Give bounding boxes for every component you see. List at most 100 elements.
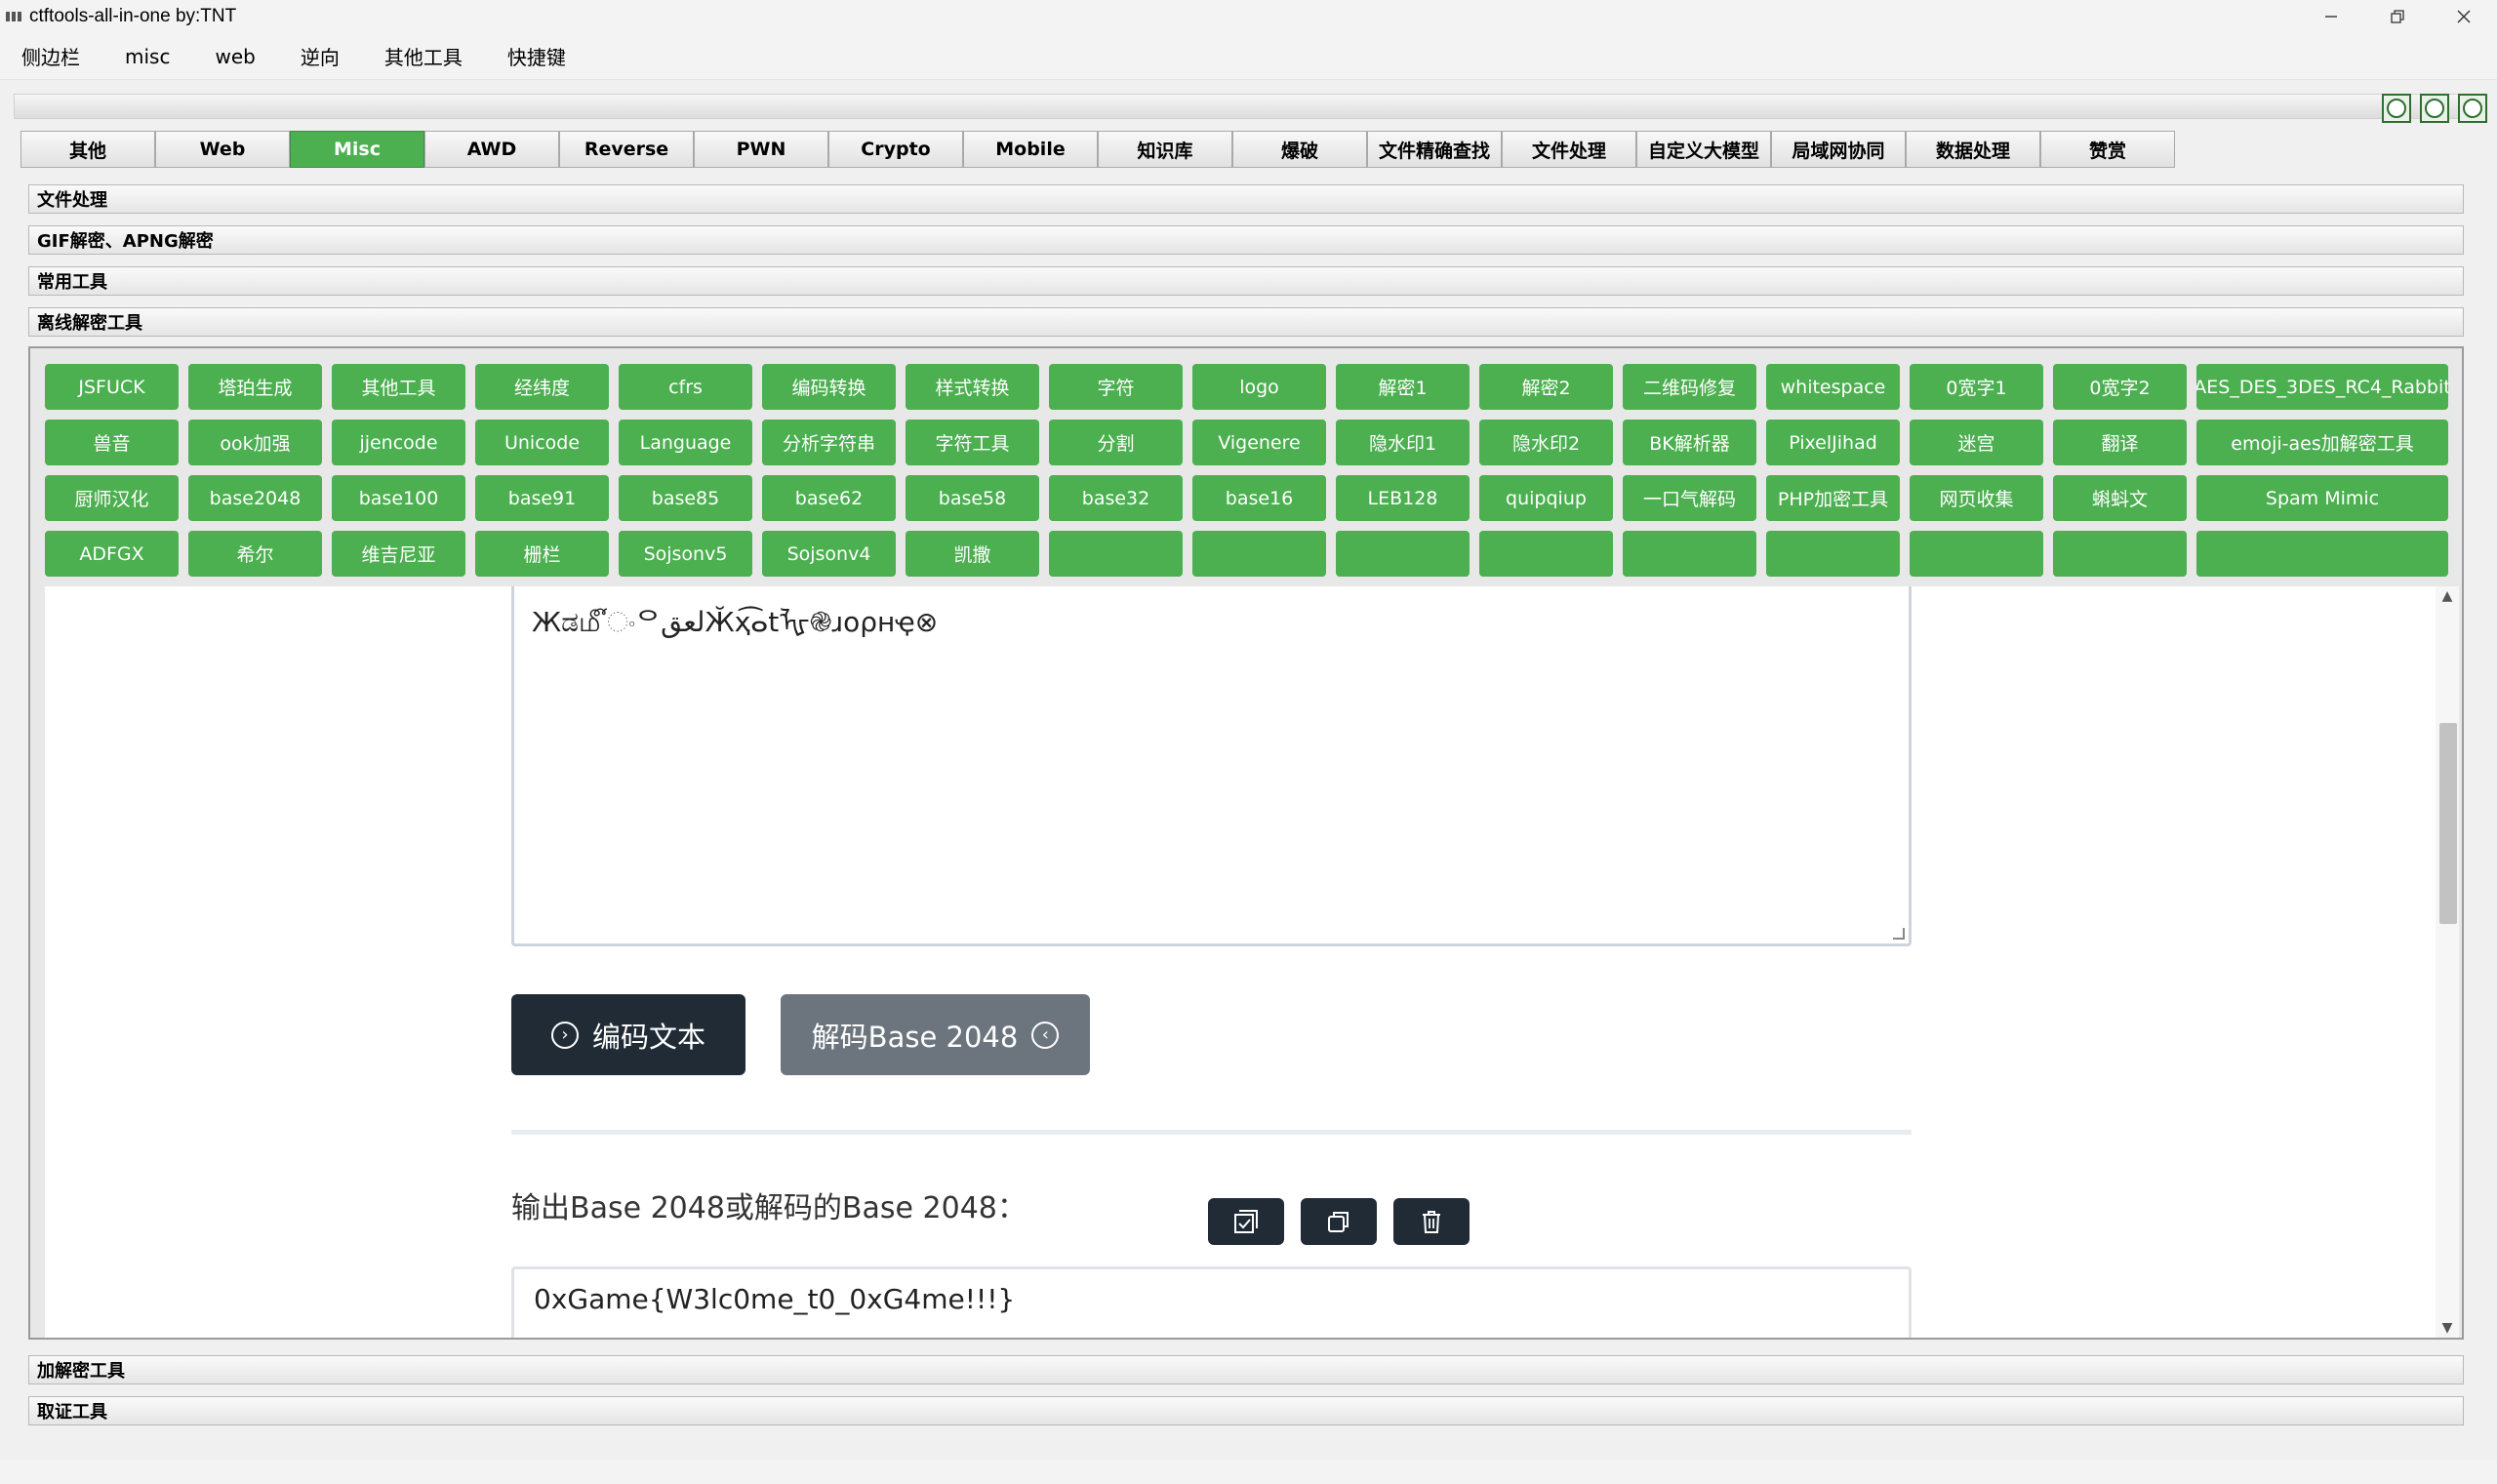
tool-button[interactable] (1623, 531, 1756, 577)
tool-button[interactable]: base62 (762, 475, 896, 521)
tool-button[interactable]: base85 (619, 475, 752, 521)
clear-button[interactable] (1393, 1198, 1470, 1245)
tool-button[interactable]: 0宽字2 (2053, 364, 2187, 410)
tool-button[interactable] (1192, 531, 1326, 577)
tool-button[interactable]: 蝌蚪文 (2053, 475, 2187, 521)
tool-button[interactable]: PixelJihad (1766, 420, 1900, 465)
tool-button[interactable]: 凯撒 (906, 531, 1039, 577)
encode-button[interactable]: › 编码文本 (511, 994, 745, 1075)
section-forensics[interactable]: 取证工具 (28, 1396, 2464, 1425)
tool-button[interactable] (1336, 531, 1470, 577)
tab-15[interactable]: 赞赏 (2040, 131, 2175, 168)
tool-button[interactable]: base16 (1192, 475, 1326, 521)
tool-button[interactable]: 一口气解码 (1623, 475, 1756, 521)
section-file-processing[interactable]: 文件处理 (28, 184, 2464, 214)
scroll-up-icon[interactable]: ▲ (2439, 588, 2455, 604)
menu-shortcuts[interactable]: 快捷键 (507, 42, 566, 70)
decode-button[interactable]: 解码Base 2048 ‹ (781, 994, 1090, 1075)
tool-button[interactable]: 网页收集 (1910, 475, 2043, 521)
close-button[interactable] (2431, 0, 2497, 33)
section-common-tools[interactable]: 常用工具 (28, 266, 2464, 296)
tool-button[interactable]: 希尔 (188, 531, 322, 577)
section-gif-apng[interactable]: GIF解密、APNG解密 (28, 225, 2464, 255)
tool-button[interactable]: whitespace (1766, 364, 1900, 410)
scroll-thumb[interactable] (2439, 723, 2457, 924)
tool-button[interactable]: Unicode (475, 420, 609, 465)
tab-6[interactable]: Crypto (828, 131, 963, 168)
scroll-down-icon[interactable]: ▼ (2439, 1320, 2455, 1336)
tool-button[interactable]: 解密2 (1479, 364, 1613, 410)
tab-4[interactable]: Reverse (559, 131, 694, 168)
tab-3[interactable]: AWD (424, 131, 559, 168)
tool-button[interactable] (1910, 531, 2043, 577)
tool-button[interactable]: base58 (906, 475, 1039, 521)
tool-button[interactable]: base32 (1049, 475, 1183, 521)
tool-button[interactable] (1766, 531, 1900, 577)
tool-button[interactable]: 二维码修复 (1623, 364, 1756, 410)
output-textarea[interactable]: 0xGame{W3lc0me_t0_0xG4me!!!} (511, 1266, 1912, 1338)
circle-button-3[interactable] (2458, 94, 2487, 123)
tool-button[interactable]: base91 (475, 475, 609, 521)
tool-button[interactable]: 编码转换 (762, 364, 896, 410)
tab-5[interactable]: PWN (694, 131, 828, 168)
tool-button[interactable]: ADFGX (45, 531, 179, 577)
tool-button[interactable]: AES_DES_3DES_RC4_Rabbit (2196, 364, 2448, 410)
tool-button[interactable]: PHP加密工具 (1766, 475, 1900, 521)
input-textarea[interactable]: Жಡ௴ංᄋلعقӁҳ͡ⴰtᡀ֎ɹօρʜҿ⊗ (511, 586, 1912, 946)
tool-button[interactable]: emoji-aes加解密工具 (2196, 420, 2448, 465)
tool-button[interactable]: quipqiup (1479, 475, 1613, 521)
tool-button[interactable]: 隐水印1 (1336, 420, 1470, 465)
tool-button[interactable] (1049, 531, 1183, 577)
tool-button[interactable]: 隐水印2 (1479, 420, 1613, 465)
select-all-button[interactable] (1208, 1198, 1284, 1245)
restore-button[interactable] (2364, 0, 2431, 33)
tool-button[interactable]: 维吉尼亚 (332, 531, 465, 577)
tool-button[interactable] (1479, 531, 1613, 577)
tab-10[interactable]: 文件精确查找 (1367, 131, 1502, 168)
tool-button[interactable]: Vigenere (1192, 420, 1326, 465)
tool-button[interactable]: 其他工具 (332, 364, 465, 410)
tab-1[interactable]: Web (155, 131, 290, 168)
minimize-button[interactable] (2298, 0, 2364, 33)
tool-button[interactable]: 塔珀生成 (188, 364, 322, 410)
tool-button[interactable]: 经纬度 (475, 364, 609, 410)
circle-button-2[interactable] (2420, 94, 2449, 123)
tab-14[interactable]: 数据处理 (1906, 131, 2040, 168)
tab-9[interactable]: 爆破 (1232, 131, 1367, 168)
tool-button[interactable]: base100 (332, 475, 465, 521)
vertical-scrollbar[interactable]: ▲ ▼ (2436, 586, 2459, 1338)
tool-button[interactable]: 厨师汉化 (45, 475, 179, 521)
menu-other-tools[interactable]: 其他工具 (384, 42, 463, 70)
tool-button[interactable]: 0宽字1 (1910, 364, 2043, 410)
tool-button[interactable]: 兽音 (45, 420, 179, 465)
tool-button[interactable] (2053, 531, 2187, 577)
tab-8[interactable]: 知识库 (1098, 131, 1232, 168)
tool-button[interactable]: 迷宫 (1910, 420, 2043, 465)
tool-button[interactable]: Spam Mimic (2196, 475, 2448, 521)
tool-button[interactable]: 翻译 (2053, 420, 2187, 465)
tab-13[interactable]: 局域网协同 (1771, 131, 1906, 168)
menu-reverse[interactable]: 逆向 (301, 42, 340, 70)
tab-0[interactable]: 其他 (20, 131, 155, 168)
tool-button[interactable]: 分割 (1049, 420, 1183, 465)
menu-misc[interactable]: misc (125, 45, 170, 68)
tool-button[interactable]: logo (1192, 364, 1326, 410)
tab-12[interactable]: 自定义大模型 (1636, 131, 1771, 168)
circle-button-1[interactable] (2382, 94, 2411, 123)
tool-button[interactable]: BK解析器 (1623, 420, 1756, 465)
tool-button[interactable]: cfrs (619, 364, 752, 410)
tool-button[interactable]: 分析字符串 (762, 420, 896, 465)
copy-button[interactable] (1301, 1198, 1377, 1245)
tab-2[interactable]: Misc (290, 131, 424, 168)
tool-button[interactable]: ook加强 (188, 420, 322, 465)
tool-button[interactable]: LEB128 (1336, 475, 1470, 521)
tool-button[interactable]: JSFUCK (45, 364, 179, 410)
tool-button[interactable]: Language (619, 420, 752, 465)
tool-button[interactable]: Sojsonv4 (762, 531, 896, 577)
tab-7[interactable]: Mobile (963, 131, 1098, 168)
resize-handle-icon[interactable] (1893, 928, 1905, 940)
tool-button[interactable]: 解密1 (1336, 364, 1470, 410)
section-offline-decrypt[interactable]: 离线解密工具 (28, 307, 2464, 337)
menu-web[interactable]: web (215, 45, 255, 68)
tool-button[interactable]: 样式转换 (906, 364, 1039, 410)
